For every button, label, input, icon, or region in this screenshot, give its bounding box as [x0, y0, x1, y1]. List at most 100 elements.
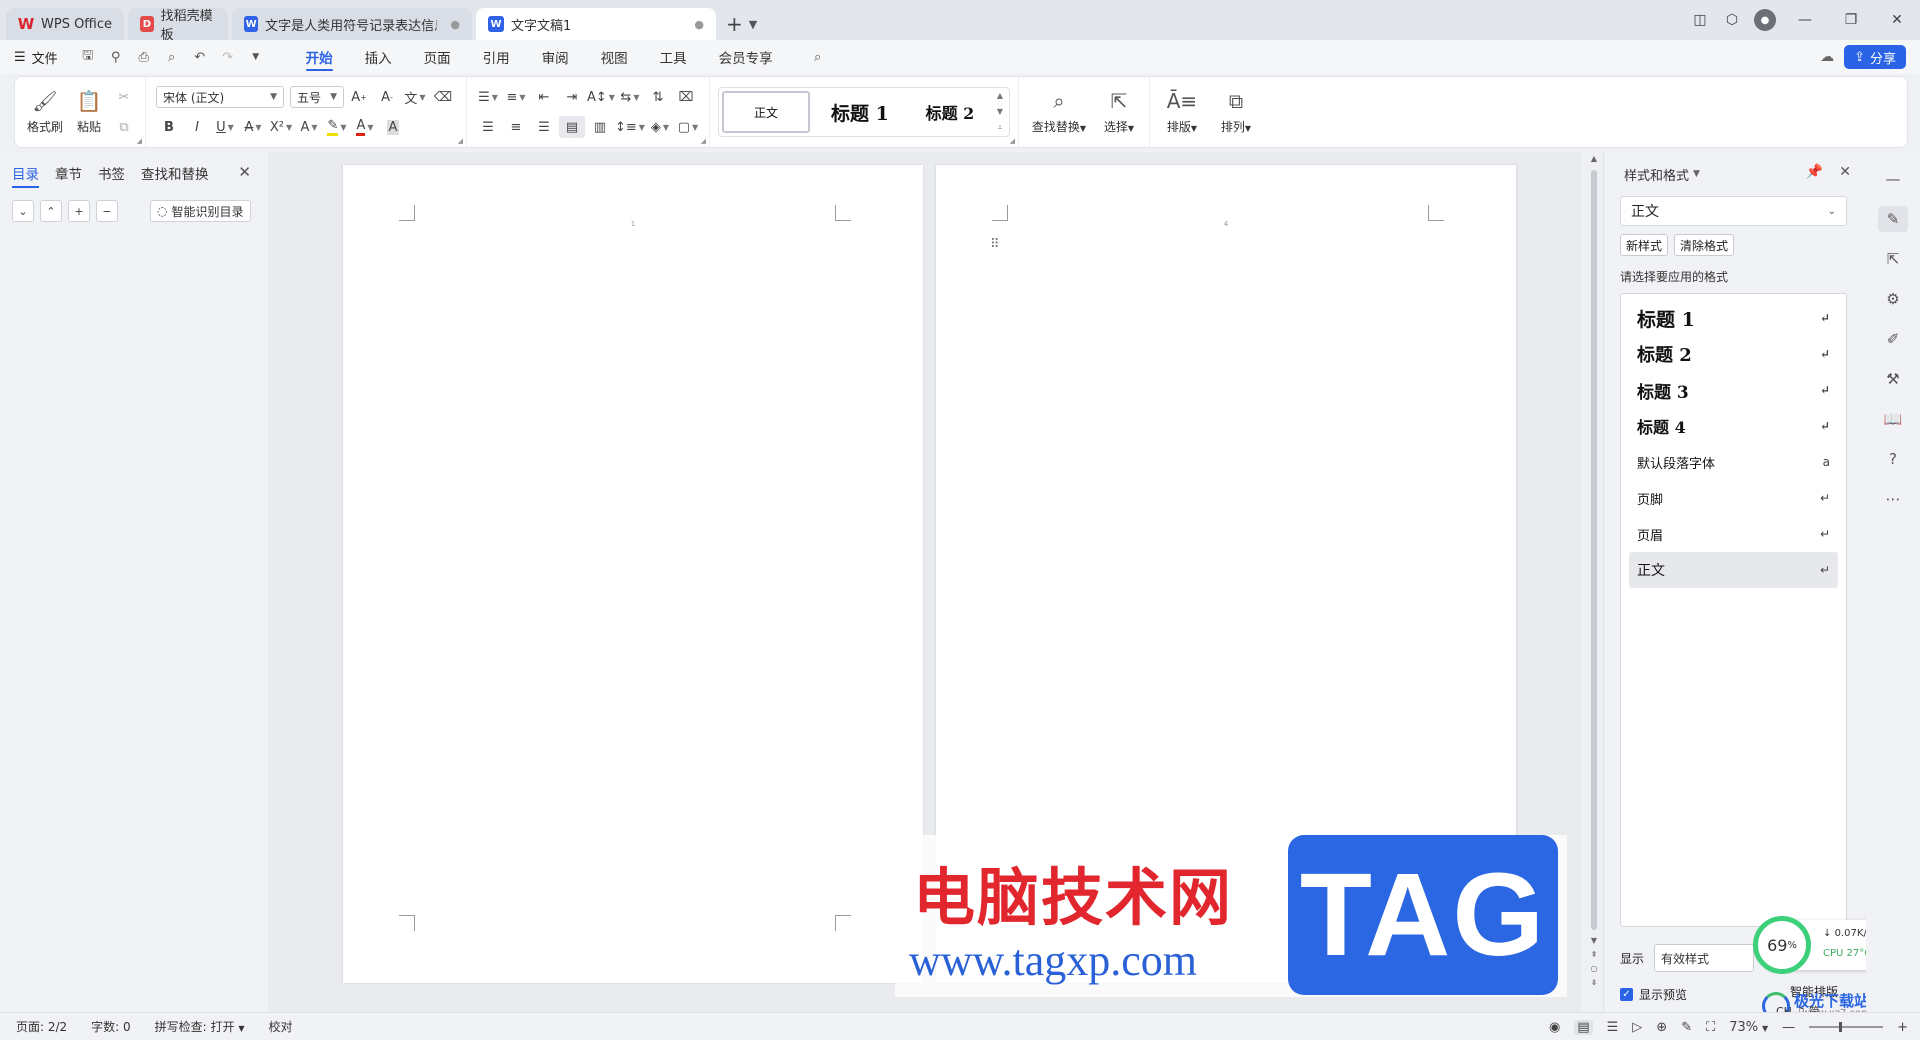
tab-page[interactable]: 页面	[408, 40, 467, 74]
text-direction-icon[interactable]: A↕ ▼	[587, 86, 615, 108]
font-size-select[interactable]: 五号 ▼	[290, 86, 344, 108]
style-heading-1[interactable]: 标题 1	[814, 91, 906, 133]
help-icon[interactable]: ?	[1878, 446, 1908, 472]
tab-document-1[interactable]: W 文字文稿1 ●	[476, 8, 717, 40]
chevron-down-icon[interactable]: ⌄	[12, 200, 34, 222]
zoom-in-icon[interactable]: +	[1897, 1020, 1908, 1035]
list-item[interactable]: 标题 2 ↵	[1629, 336, 1838, 372]
tab-dot-icon[interactable]: ●	[694, 18, 704, 31]
clear-format-icon[interactable]: ⌫	[430, 86, 456, 108]
borders-icon[interactable]: ▢ ▼	[675, 116, 701, 138]
grow-font-icon[interactable]: A +	[346, 86, 372, 108]
arrange-button[interactable]: ⧉ 排列▼	[1214, 89, 1258, 135]
nav-tab-toc[interactable]: 目录	[12, 152, 47, 194]
print-preview-icon[interactable]: ⌕	[160, 45, 184, 69]
font-name-select[interactable]: 宋体 (正文) ▼	[156, 86, 284, 108]
chevron-down-icon[interactable]: ▼	[244, 45, 268, 69]
tab-view[interactable]: 视图	[585, 40, 644, 74]
numbering-icon[interactable]: ≡ ▼	[503, 86, 529, 108]
collapse-icon[interactable]: —	[1878, 166, 1908, 192]
clear-format-button[interactable]: 清除格式	[1674, 234, 1735, 256]
page-view-icon[interactable]: ▤	[1574, 1019, 1593, 1035]
font-color-icon[interactable]: A ▼	[352, 116, 378, 138]
line-spacing-icon[interactable]: ↕≡ ▼	[615, 116, 645, 138]
panel-layout-icon[interactable]: ◫	[1684, 0, 1716, 40]
scroll-down-icon[interactable]: ▼	[1591, 934, 1597, 948]
zoom-out-icon[interactable]: —	[1782, 1020, 1795, 1035]
more-icon[interactable]: ⩡	[998, 123, 1003, 133]
pen-icon[interactable]: ✎	[1681, 1020, 1692, 1035]
shading-icon[interactable]: ◈ ▼	[647, 116, 673, 138]
distributed-icon[interactable]: ▥	[587, 116, 613, 138]
shrink-font-icon[interactable]: A-	[374, 86, 400, 108]
plus-icon[interactable]: +	[68, 200, 90, 222]
page-count[interactable]: 页面: 2/2	[16, 1018, 67, 1035]
chevron-down-icon[interactable]: ▼	[749, 8, 757, 40]
list-item[interactable]: 标题 4 ↵	[1629, 408, 1838, 444]
word-count[interactable]: 字数: 0	[91, 1018, 131, 1035]
select-button[interactable]: ⇱ 选择▼	[1099, 89, 1139, 135]
pin-icon[interactable]: 📌	[1806, 164, 1823, 180]
share-button[interactable]: ⇪ 分享	[1844, 45, 1906, 69]
tab-home[interactable]: 开始	[290, 40, 349, 74]
list-item[interactable]: 页脚 ↵	[1629, 480, 1838, 516]
nav-tab-find-replace[interactable]: 查找和替换	[141, 152, 217, 194]
justify-icon[interactable]: ▤	[559, 116, 585, 138]
show-marks-icon[interactable]: ⌧	[673, 86, 699, 108]
close-icon[interactable]: ✕	[238, 163, 251, 181]
restore-icon[interactable]: ❐	[1828, 0, 1874, 40]
select-arrow-icon[interactable]: ⇱	[1878, 246, 1908, 272]
tab-review[interactable]: 审阅	[526, 40, 585, 74]
highlight-icon[interactable]: ✎ ▼	[324, 116, 350, 138]
dialog-launcher-icon[interactable]: ◢	[458, 137, 463, 145]
zoom-level[interactable]: 73% ▼	[1729, 1020, 1768, 1035]
italic-button[interactable]: I	[184, 116, 210, 138]
zoom-slider-knob[interactable]	[1839, 1022, 1843, 1032]
scroll-up-icon[interactable]: ▲	[1591, 152, 1597, 166]
copy-icon[interactable]: ⧉	[111, 116, 137, 138]
paste-button[interactable]: 📋 粘贴	[67, 89, 111, 135]
text-effect-icon[interactable]: A ▼	[296, 116, 322, 138]
tools-icon[interactable]: ⚒	[1878, 366, 1908, 392]
list-item[interactable]: 正文 ↵	[1629, 552, 1838, 588]
bold-button[interactable]: B	[156, 116, 182, 138]
tab-member[interactable]: 会员专享	[703, 40, 789, 74]
close-icon[interactable]: ✕	[1839, 164, 1851, 180]
web-view-icon[interactable]: ⊕	[1656, 1020, 1667, 1035]
minus-icon[interactable]: −	[96, 200, 118, 222]
drag-handle-icon[interactable]: ⠿	[990, 237, 999, 252]
cut-icon[interactable]: ✂	[111, 86, 137, 108]
layout-button[interactable]: Ā≡ 排版▼	[1160, 89, 1204, 135]
zoom-slider[interactable]	[1809, 1022, 1884, 1032]
show-filter-select[interactable]: 有效样式	[1654, 944, 1755, 972]
show-preview-toggle[interactable]: ✓ 显示预览	[1620, 986, 1687, 1003]
prev-page-icon[interactable]: ⇞	[1591, 948, 1598, 962]
spell-check-toggle[interactable]: 拼写检查: 打开 ▼	[155, 1018, 245, 1035]
current-style-select[interactable]: 正文 ⌄	[1620, 196, 1847, 226]
more-icon[interactable]: ⋯	[1878, 486, 1908, 512]
new-tab-plus-icon[interactable]: +	[720, 8, 749, 40]
dialog-launcher-icon[interactable]: ◢	[701, 137, 706, 145]
nav-tab-sections[interactable]: 章节	[55, 152, 90, 194]
link-icon[interactable]: ⚲	[104, 45, 128, 69]
align-right-icon[interactable]: ☰	[531, 116, 557, 138]
edit-image-icon[interactable]: ✐	[1878, 326, 1908, 352]
smart-toc-button[interactable]: ◌ 智能识别目录	[150, 200, 251, 222]
fit-page-icon[interactable]: ⛶	[1706, 1020, 1715, 1035]
align-left-icon[interactable]: ☰	[475, 116, 501, 138]
underline-button[interactable]: U ▼	[212, 116, 238, 138]
minimize-icon[interactable]: —	[1782, 0, 1828, 40]
tab-dot-icon[interactable]: ●	[450, 18, 460, 31]
list-item[interactable]: 标题 3 ↵	[1629, 372, 1838, 408]
tab-document-2[interactable]: W 文字是人类用符号记录表达信息以 ●	[232, 8, 473, 40]
document-page-1[interactable]: 1	[343, 165, 923, 983]
phonetic-guide-icon[interactable]: 文 ▼	[402, 86, 428, 108]
nav-tab-bookmarks[interactable]: 书签	[98, 152, 133, 194]
page-browse-icon[interactable]: ○	[1591, 962, 1598, 976]
next-page-icon[interactable]: ⇟	[1591, 976, 1598, 990]
strikethrough-icon[interactable]: A ▼	[240, 116, 266, 138]
new-style-button[interactable]: 新样式	[1620, 234, 1669, 256]
checkbox-checked-icon[interactable]: ✓	[1620, 988, 1633, 1001]
dialog-launcher-icon[interactable]: ◢	[137, 137, 142, 145]
tab-references[interactable]: 引用	[467, 40, 526, 74]
